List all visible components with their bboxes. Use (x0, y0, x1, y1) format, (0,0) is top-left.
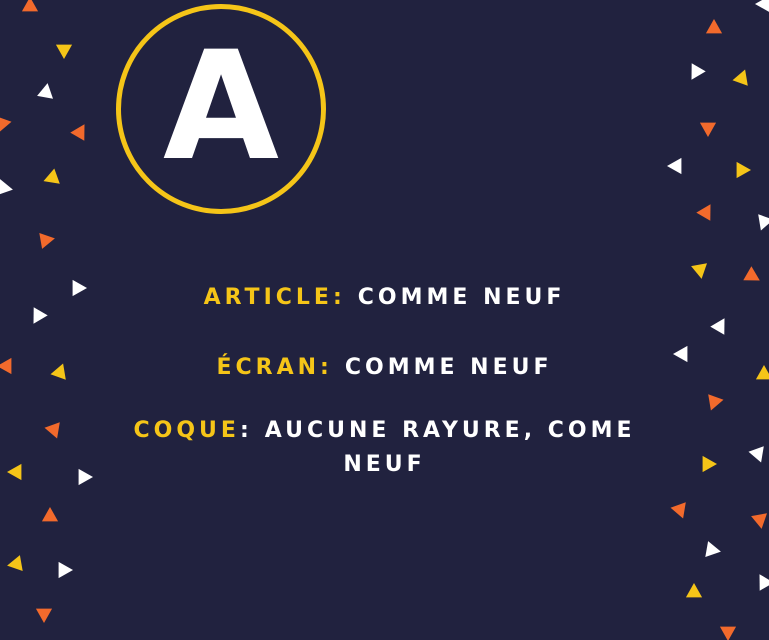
grade-badge: A (116, 4, 326, 214)
condition-row-coque-continued: NEUF (0, 452, 769, 477)
confetti-triangle (758, 214, 769, 231)
confetti-triangle (699, 122, 717, 137)
confetti-triangle (755, 0, 769, 12)
confetti-triangle (37, 83, 53, 99)
confetti-triangle (743, 266, 760, 281)
condition-label: ARTICLE: (203, 285, 346, 310)
confetti-triangle (705, 541, 721, 557)
confetti-triangle (732, 69, 748, 86)
confetti-triangle (736, 161, 751, 179)
confetti-triangle (685, 583, 703, 598)
confetti-triangle (667, 157, 682, 175)
confetti-triangle (70, 124, 85, 141)
confetti-triangle (41, 507, 59, 522)
confetti-triangle (670, 502, 686, 519)
confetti-triangle (751, 513, 767, 529)
confetti-triangle (705, 19, 723, 34)
condition-value-continued: NEUF (343, 452, 426, 477)
confetti-triangle (21, 0, 39, 12)
condition-value: COMME NEUF (344, 355, 553, 380)
confetti-triangle (39, 233, 55, 249)
confetti-triangle (691, 63, 706, 80)
confetti-triangle (759, 574, 769, 591)
condition-row-coque: COQUE: AUCUNE RAYURE, COME (0, 418, 769, 443)
grade-letter: A (162, 20, 280, 194)
grade-card: A ARTICLE: COMME NEUF ÉCRAN: COMME NEUF CO… (0, 0, 769, 640)
condition-value: COMME NEUF (357, 285, 566, 310)
confetti-triangle (719, 626, 737, 640)
condition-label: ÉCRAN: (216, 355, 333, 380)
confetti-triangle (35, 608, 53, 623)
confetti-triangle (58, 561, 73, 579)
condition-separator: : (239, 418, 253, 443)
confetti-triangle (696, 204, 711, 221)
confetti-triangle (710, 318, 725, 335)
condition-value: AUCUNE RAYURE, COME (264, 418, 636, 443)
condition-row-ecran: ÉCRAN: COMME NEUF (0, 355, 769, 380)
confetti-triangle (55, 44, 73, 59)
confetti-triangle (0, 179, 13, 195)
condition-label: COQUE (133, 418, 240, 443)
confetti-triangle (7, 555, 23, 571)
confetti-triangle (0, 117, 12, 132)
confetti-triangle (708, 394, 724, 411)
confetti-decoration (0, 0, 769, 640)
confetti-triangle (691, 263, 707, 279)
condition-row-article: ARTICLE: COMME NEUF (0, 285, 769, 310)
confetti-triangle (43, 168, 60, 184)
